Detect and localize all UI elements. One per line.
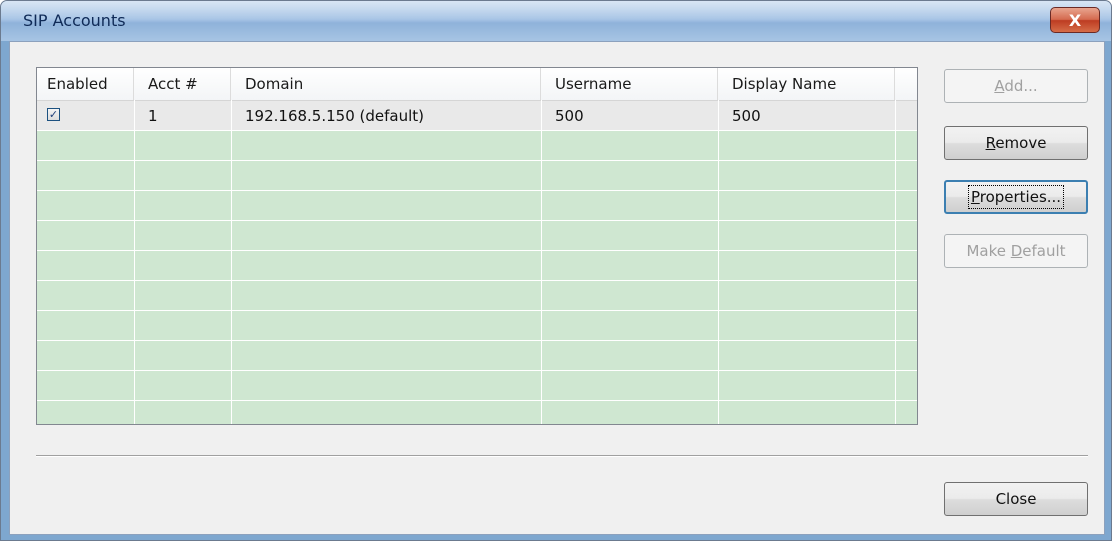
column-gridline (718, 100, 719, 424)
remove-mnemonic: R (985, 134, 996, 152)
window-title: SIP Accounts (23, 11, 126, 30)
list-header: Enabled Acct # Domain Username Display N… (37, 68, 917, 101)
close-button[interactable]: Close (944, 482, 1088, 516)
column-header-display-name[interactable]: Display Name (718, 68, 895, 100)
column-gridline (231, 100, 232, 424)
column-header-filler (895, 68, 917, 100)
empty-row (37, 311, 917, 341)
display-name-cell: 500 (732, 107, 761, 125)
column-gridline (895, 100, 896, 424)
remove-button[interactable]: Remove (944, 126, 1088, 160)
make-default-rest: efault (1022, 242, 1066, 260)
empty-row (37, 161, 917, 191)
table-row[interactable]: ✓ 1 192.168.5.150 (default) 500 500 (37, 101, 917, 131)
column-header-enabled[interactable]: Enabled (37, 68, 134, 100)
empty-row (37, 341, 917, 371)
column-header-domain[interactable]: Domain (231, 68, 541, 100)
add-button[interactable]: Add... (944, 69, 1088, 103)
empty-row (37, 281, 917, 311)
column-header-acct[interactable]: Acct # (134, 68, 231, 100)
properties-button[interactable]: Properties... (944, 180, 1088, 214)
column-gridline (134, 100, 135, 424)
sip-accounts-window: SIP Accounts X Enabled Acct # Domain Use… (0, 0, 1112, 541)
acct-cell: 1 (148, 107, 158, 125)
domain-cell: 192.168.5.150 (default) (245, 107, 424, 125)
close-glyph: X (1068, 10, 1082, 30)
dialog-client-area: Enabled Acct # Domain Username Display N… (9, 41, 1105, 535)
title-bar[interactable]: SIP Accounts X (1, 1, 1111, 41)
close-icon[interactable]: X (1050, 7, 1100, 33)
make-default-mnemonic: D (1010, 242, 1023, 260)
empty-row (37, 191, 917, 221)
empty-row (37, 401, 917, 424)
enabled-checkbox[interactable]: ✓ (47, 108, 60, 121)
accounts-list[interactable]: Enabled Acct # Domain Username Display N… (36, 67, 918, 425)
empty-row (37, 221, 917, 251)
separator-line (36, 455, 1088, 457)
column-gridline (541, 100, 542, 424)
empty-row (37, 131, 917, 161)
remove-button-rest: emove (995, 134, 1047, 152)
make-default-button[interactable]: Make Default (944, 234, 1088, 268)
properties-button-rest: roperties... (979, 188, 1062, 206)
empty-row (37, 371, 917, 401)
checkmark-icon: ✓ (48, 108, 59, 121)
make-default-prefix: Make (966, 242, 1011, 260)
add-button-rest: dd... (1004, 77, 1038, 95)
column-header-username[interactable]: Username (541, 68, 718, 100)
username-cell: 500 (555, 107, 584, 125)
properties-focus-rect: Properties... (967, 185, 1065, 209)
properties-mnemonic: P (970, 188, 980, 206)
empty-row (37, 251, 917, 281)
add-mnemonic: A (994, 77, 1005, 95)
